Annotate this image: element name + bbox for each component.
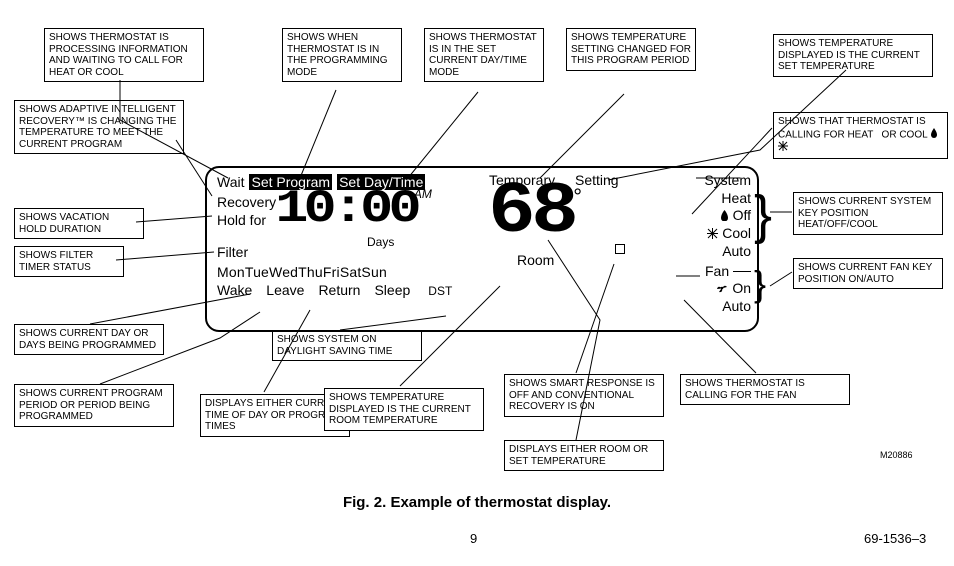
brace-system-icon: } [754,188,772,242]
snowflake-icon [707,226,718,244]
lcd-ampm: AM [414,187,432,201]
lcd-system-title: System [704,172,751,190]
callout-displays-room-or-set: DISPLAYS EITHER ROOM OR SET TEMPERATURE [504,440,664,471]
callout-temp-setting-changed: SHOWS TEMPERATURE SETTING CHANGED FOR TH… [566,28,696,71]
lcd-system-fan-column: System Heat Off Cool Auto Fan On Auto [704,172,751,316]
callout-calling-heat-cool-text: SHOWS THAT THERMOSTAT IS CALLING FOR HEA… [778,116,927,140]
callout-set-daytime-mode: SHOWS THERMOSTAT IS IN THE SET CURRENT D… [424,28,544,82]
lcd-system-auto: Auto [704,243,751,261]
lcd-filter: Filter [217,244,248,260]
part-number: M20886 [880,450,913,460]
fan-icon [716,281,728,299]
brace-fan-icon: } [754,266,766,302]
flame-icon [930,128,938,142]
lcd-system-cool: Cool [722,225,751,241]
callout-processing: SHOWS THERMOSTAT IS PROCESSING INFORMATI… [44,28,204,82]
lcd-days-of-week: MonTueWedThuFriSatSun [217,264,747,280]
lcd-fan-auto: Auto [704,298,751,316]
lcd-period-sleep: Sleep [374,282,410,298]
doc-number: 69-1536–3 [864,532,926,547]
indicator-square-icon [615,244,625,254]
callout-current-period: SHOWS CURRENT PROGRAM PERIOD OR PERIOD B… [14,384,174,427]
callout-vacation-hold: SHOWS VACATION HOLD DURATION [14,208,144,239]
snowflake-icon [778,141,788,155]
callout-displayed-room-temp: SHOWS TEMPERATURE DISPLAYED IS THE CURRE… [324,388,484,431]
page-number: 9 [470,532,477,547]
figure-caption: Fig. 2. Example of thermostat display. [0,494,954,511]
flame-icon [720,208,729,226]
callout-calling-heat-cool: SHOWS THAT THERMOSTAT IS CALLING FOR HEA… [773,112,948,159]
callout-filter-timer: SHOWS FILTER TIMER STATUS [14,246,124,277]
callout-dst: SHOWS SYSTEM ON DAYLIGHT SAVING TIME [272,330,422,361]
lcd-recovery: Recovery [217,194,276,210]
lcd-system-off: Off [733,207,751,223]
lcd-dst: DST [428,285,452,299]
lcd-period-wake: Wake [217,282,252,298]
page: SHOWS THERMOSTAT IS PROCESSING INFORMATI… [0,0,954,566]
callout-smart-response-off: SHOWS SMART RESPONSE IS OFF AND CONVENTI… [504,374,664,417]
callout-calling-fan: SHOWS THERMOSTAT IS CALLING FOR THE FAN [680,374,850,405]
callout-adaptive-recovery: SHOWS ADAPTIVE INTELLIGENT RECOVERY™ IS … [14,100,184,154]
callout-current-day: SHOWS CURRENT DAY OR DAYS BEING PROGRAMM… [14,324,164,355]
lcd-time: 10:00 [275,186,417,232]
lcd-wait: Wait [217,174,244,190]
callout-fan-key-pos: SHOWS CURRENT FAN KEY POSITION ON/AUTO [793,258,943,289]
lcd-days-label: Days [367,236,394,250]
lcd-degree: ° [573,184,582,209]
callout-displayed-set-temp: SHOWS TEMPERATURE DISPLAYED IS THE CURRE… [773,34,933,77]
lcd-room: Room [517,252,554,268]
lcd-period-leave: Leave [266,282,304,298]
lcd-system-heat: Heat [704,190,751,208]
lcd-panel: Wait Set Program Set Day/Time Recovery H… [205,166,759,332]
lcd-hold-for: Hold for [217,212,266,228]
lcd-fan-title: Fan [705,263,729,279]
callout-programming-mode: SHOWS WHEN THERMOSTAT IS IN THE PROGRAMM… [282,28,402,82]
lcd-period-return: Return [318,282,360,298]
lcd-fan-on: On [732,280,751,296]
lcd-temp: 68 [488,180,574,245]
callout-system-key-pos: SHOWS CURRENT SYSTEM KEY POSITION HEAT/O… [793,192,943,235]
